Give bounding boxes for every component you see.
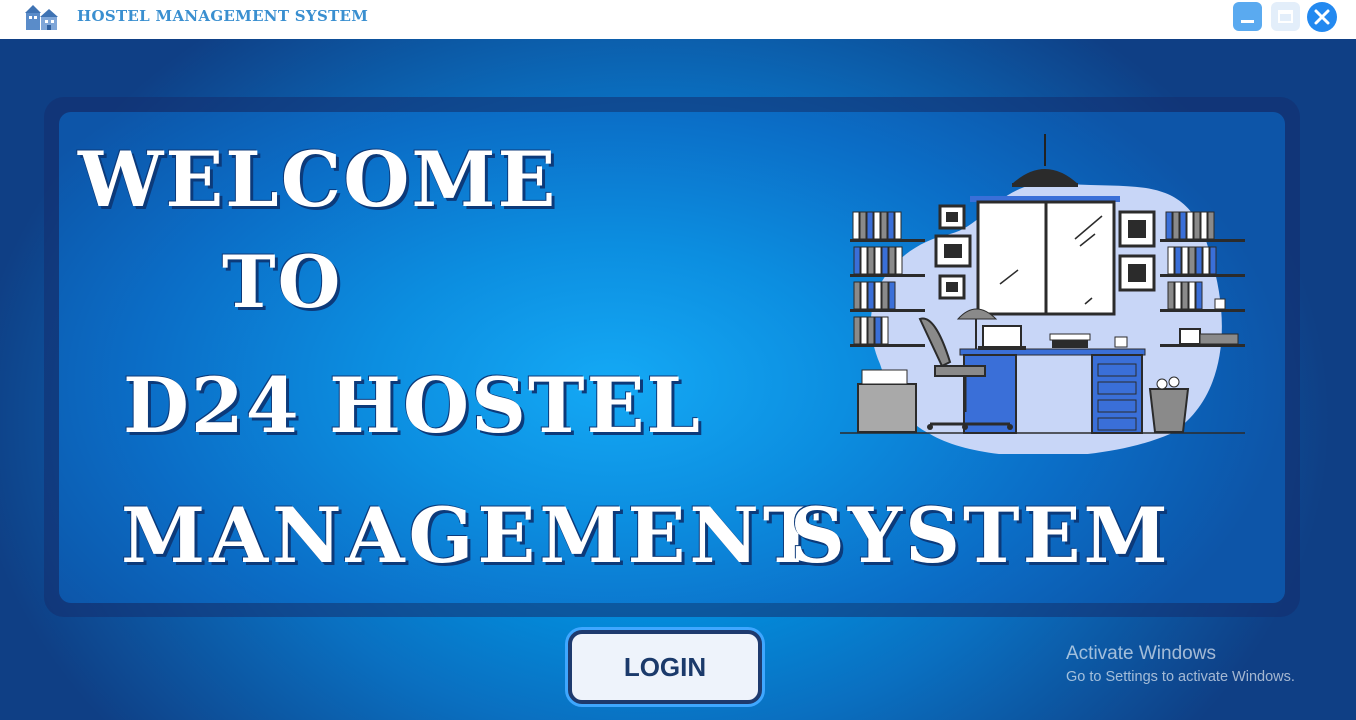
title-bar: HOSTEL MANAGEMENT SYSTEM: [0, 0, 1356, 39]
hostel-building-icon: [25, 5, 58, 30]
minimize-button[interactable]: [1233, 2, 1262, 31]
app-window: HOSTEL MANAGEMENT SYSTEM WELCOME TO D24 …: [0, 0, 1356, 720]
close-icon: [1314, 9, 1330, 25]
maximize-icon: [1278, 10, 1293, 23]
management-heading: MANAGEMENT: [121, 491, 824, 580]
welcome-heading: WELCOME: [78, 135, 558, 224]
login-button[interactable]: LOGIN: [568, 630, 762, 704]
system-heading: SYSTEM: [790, 491, 1171, 580]
office-desk-illustration: [840, 134, 1245, 454]
activate-windows-title: Activate Windows: [1066, 643, 1216, 664]
activate-windows-subtitle: Go to Settings to activate Windows.: [1066, 669, 1295, 685]
hostel-name-heading: D24 HOSTEL: [123, 361, 702, 450]
to-heading: TO: [222, 239, 343, 324]
main-area: WELCOME TO D24 HOSTEL MANAGEMENT SYSTEM: [0, 39, 1356, 720]
close-button[interactable]: [1307, 2, 1337, 32]
app-title: HOSTEL MANAGEMENT SYSTEM: [77, 7, 369, 25]
maximize-button[interactable]: [1271, 2, 1300, 31]
minimize-icon: [1241, 20, 1254, 23]
